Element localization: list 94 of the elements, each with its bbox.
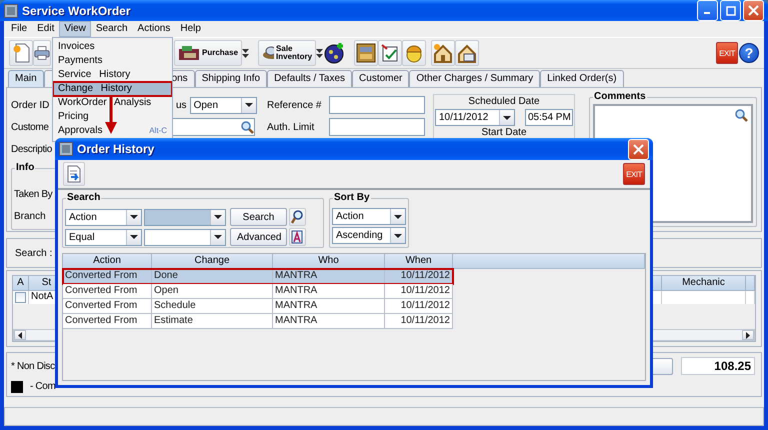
tab[interactable]: Defaults / Taxes [267,70,352,87]
sale-inventory-button[interactable]: Sale Inventory [258,40,316,66]
column-header[interactable]: Who [273,254,385,269]
menu-item[interactable]: View [59,21,91,37]
new-document-icon[interactable] [9,40,33,66]
table-row[interactable]: Converted From Estimate MANTRA 10/11/2012 [63,314,453,329]
column-header[interactable]: When [385,254,453,269]
maximize-icon[interactable] [720,0,741,21]
search-icon[interactable] [241,120,254,134]
tab[interactable]: Customer [352,70,410,87]
house-list-icon[interactable] [455,40,480,66]
note-text: * Non Disc [11,360,55,372]
checklist-icon[interactable] [378,40,402,66]
menu-item[interactable]: Search [90,21,133,37]
sort-order-dropdown[interactable]: Ascending [332,227,406,244]
table-row[interactable]: Converted From Done MANTRA 10/11/2012 [63,269,453,284]
column-header[interactable]: Action [63,254,152,269]
app-icon [4,4,18,18]
search-button[interactable]: Search [230,208,287,226]
field-dropdown[interactable]: Action [65,208,142,226]
time-field[interactable]: 05:54 PM [525,109,573,126]
field-label: Branch [14,210,46,222]
menu-item[interactable]: Help [175,21,206,37]
field-label: Descriptio [11,144,52,154]
value-dropdown[interactable] [144,208,226,226]
table-cell: 10/11/2012 [385,314,453,329]
column-header[interactable]: A [13,276,29,291]
field-label: us [176,100,187,110]
exit-button[interactable]: EXIT [716,42,738,64]
menu-item[interactable]: Service History [53,68,172,82]
printer-icon[interactable] [33,40,51,66]
house-icon[interactable] [431,40,456,66]
arrow-right-icon[interactable] [746,332,750,338]
app-icon [59,142,73,156]
menu-item[interactable]: WorkOrder Analysis [53,96,172,110]
tab[interactable]: Linked Order(s) [540,70,624,87]
field-label: Taken By [14,188,52,200]
column-header[interactable]: Change [152,254,273,269]
group-title: Sort By [333,192,371,204]
menu-item[interactable]: Edit [32,21,60,37]
arrow-left-icon[interactable] [18,332,22,338]
search-icon[interactable] [289,208,306,226]
dialog-title: Order History [77,142,156,156]
auth-limit-field[interactable] [329,118,425,136]
help-button[interactable]: ? [738,40,760,66]
field-label: Reference # [267,100,322,110]
exit-button[interactable]: EXIT [623,163,645,185]
cash-register-icon [178,45,200,61]
legend-text: - Com [30,381,56,392]
reference-field[interactable] [329,96,425,114]
date-picker[interactable]: 10/11/2012 [435,109,515,126]
table-cell: MANTRA [273,314,385,329]
table-row[interactable]: Converted From Open MANTRA 10/11/2012 [63,284,453,299]
field-label: Auth. Limit [267,122,316,132]
close-icon[interactable] [743,0,764,21]
total-field: 108.25 [681,357,755,375]
legend-swatch [11,380,23,392]
field-label: Order ID [11,100,50,110]
export-icon[interactable] [63,162,85,186]
field-label: Custome [11,122,49,132]
search-icon[interactable] [735,109,748,122]
field-label: Search : [15,248,52,258]
pallet-icon [262,46,274,60]
menu-item[interactable]: Change History [53,82,172,96]
table-cell: Converted From [63,314,152,329]
menu-item[interactable]: Approvals Alt-C [53,124,172,138]
field-label: Scheduled Date [468,96,540,108]
tab[interactable]: Main [8,70,44,87]
menu-item[interactable]: File [6,21,32,37]
close-icon[interactable] [628,138,649,160]
report-icon[interactable] [354,40,378,66]
column-header[interactable]: Mechanic [662,276,746,291]
document-icon[interactable] [289,228,306,246]
status-dropdown[interactable]: Open [190,96,257,114]
value-dropdown[interactable] [144,228,226,246]
globe-icon[interactable] [323,40,346,66]
sort-field-dropdown[interactable]: Action [332,208,406,225]
window-title: Service WorkOrder [22,4,132,18]
hard-hat-icon[interactable] [402,40,426,66]
table-row[interactable]: Converted From Schedule MANTRA 10/11/2012 [63,299,453,314]
checkbox[interactable] [15,292,26,303]
menu-item[interactable]: Payments [53,54,172,68]
purchase-button[interactable]: Purchase [174,40,242,66]
table-cell [746,291,755,304]
menu-item[interactable]: Actions [132,21,176,37]
operator-dropdown[interactable]: Equal [65,228,142,246]
minimize-icon[interactable] [697,0,718,21]
tab[interactable]: Other Charges / Summary [409,70,540,87]
menu-item[interactable]: Pricing [53,110,172,124]
tab[interactable]: Shipping Info [194,70,268,87]
advanced-button[interactable]: Advanced [230,228,287,246]
table-cell: Estimate [152,314,273,329]
menu-item[interactable]: Invoices [53,40,172,54]
field-label: Start Date [481,127,527,139]
